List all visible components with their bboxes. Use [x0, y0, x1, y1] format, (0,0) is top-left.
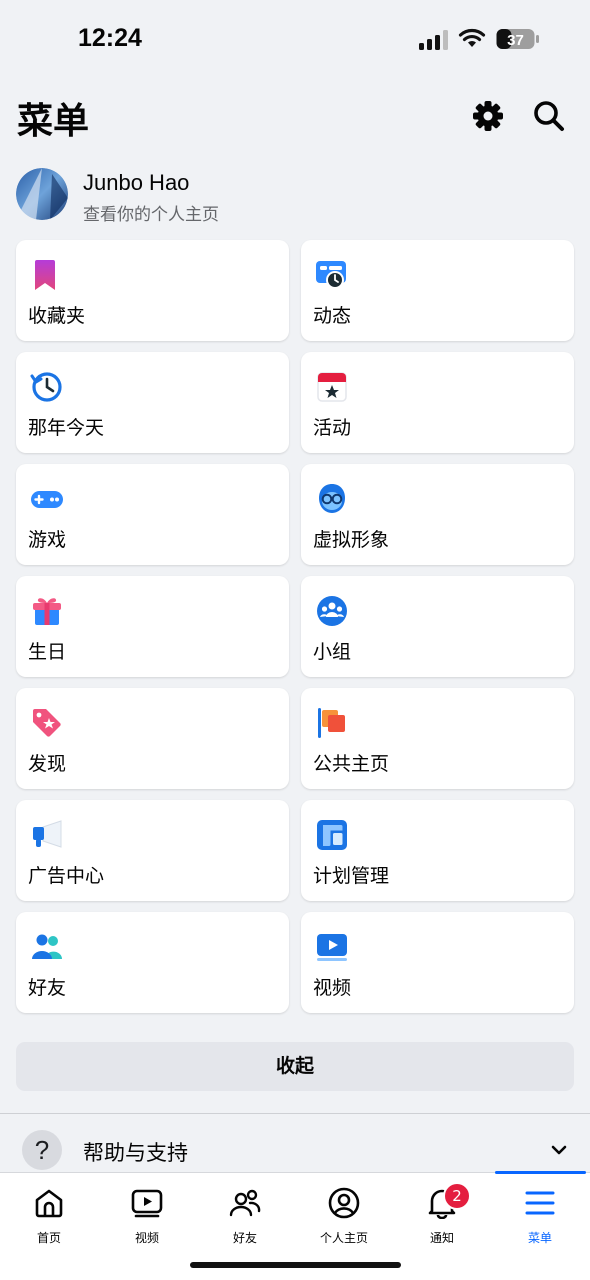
battery-icon: 37: [496, 29, 539, 49]
divider: [0, 1113, 590, 1114]
tab-home[interactable]: 首页: [0, 1173, 98, 1263]
shortcut-events[interactable]: 活动: [301, 352, 574, 453]
tab-label: 首页: [36, 1231, 61, 1245]
megaphone-icon: [33, 820, 62, 848]
planner-icon: [317, 820, 347, 850]
shortcut-ad-center[interactable]: 广告中心: [16, 800, 289, 901]
shortcut-video[interactable]: 视频: [301, 912, 574, 1013]
tab-label: 通知: [429, 1231, 454, 1245]
shortcut-label: 好友: [28, 977, 67, 999]
friends-icon: [32, 934, 62, 959]
profile-subtitle: 查看你的个人主页: [83, 205, 219, 225]
avatar-face-icon: [319, 484, 345, 513]
notification-badge: 2: [443, 1182, 471, 1210]
battery-level: 37: [507, 32, 524, 49]
tag-star-icon: [33, 709, 61, 737]
shortcut-label: 计划管理: [313, 865, 390, 887]
profile-row[interactable]: Junbo Hao 查看你的个人主页: [16, 166, 576, 225]
hamburger-menu-icon: [525, 1191, 555, 1215]
memories-clock-icon: [30, 372, 62, 402]
tab-label: 好友: [232, 1231, 257, 1245]
video-icon: [317, 934, 347, 961]
shortcut-label: 公共主页: [313, 753, 390, 775]
cellular-signal-icon: [419, 30, 448, 50]
tab-notifications[interactable]: 2 通知: [393, 1173, 491, 1263]
tab-video[interactable]: 视频: [98, 1173, 196, 1263]
wifi-icon: [458, 28, 486, 47]
home-icon: [35, 1189, 63, 1218]
question-icon: ?: [22, 1130, 62, 1170]
search-icon[interactable]: [531, 98, 567, 134]
groups-icon: [317, 596, 347, 626]
shortcut-pages[interactable]: 公共主页: [301, 688, 574, 789]
tab-menu[interactable]: 菜单: [491, 1173, 589, 1263]
profile-circle-icon: [328, 1187, 360, 1219]
shortcut-label: 发现: [28, 753, 67, 775]
calendar-star-icon: [317, 372, 347, 402]
shortcut-label: 虚拟形象: [313, 529, 390, 551]
menu-header: 菜单: [0, 92, 590, 144]
shortcut-groups[interactable]: 小组: [301, 576, 574, 677]
help-support-label: 帮助与支持: [83, 1141, 188, 1165]
tab-friends[interactable]: 好友: [196, 1173, 294, 1263]
gift-icon: [33, 598, 61, 625]
bookmark-icon: [35, 260, 55, 290]
tab-label: 视频: [134, 1231, 159, 1245]
shortcut-saved[interactable]: 收藏夹: [16, 240, 289, 341]
flag-icon: [318, 708, 345, 738]
chevron-down-icon: [551, 1145, 567, 1155]
shortcut-feeds[interactable]: 动态: [301, 240, 574, 341]
shortcut-gaming[interactable]: 游戏: [16, 464, 289, 565]
shortcut-label: 生日: [28, 641, 67, 663]
friends-outline-icon: [229, 1189, 261, 1217]
shortcut-label: 动态: [313, 305, 352, 327]
tab-label: 菜单: [527, 1231, 552, 1245]
gear-icon[interactable]: [470, 98, 506, 134]
gamepad-icon: [31, 491, 63, 508]
tab-label: 个人主页: [319, 1231, 368, 1245]
shortcut-label: 视频: [313, 977, 352, 999]
feeds-clock-icon: [316, 261, 346, 289]
shortcut-label: 游戏: [28, 529, 67, 551]
shortcut-birthdays[interactable]: 生日: [16, 576, 289, 677]
shortcut-discover[interactable]: 发现: [16, 688, 289, 789]
status-bar: 12:24 37: [0, 0, 590, 80]
shortcut-label: 小组: [313, 641, 352, 663]
shortcut-memories[interactable]: 那年今天: [16, 352, 289, 453]
shortcut-label: 活动: [313, 417, 352, 439]
collapse-button[interactable]: 收起: [16, 1042, 574, 1091]
video-play-icon: [131, 1189, 163, 1218]
shortcut-avatars[interactable]: 虚拟形象: [301, 464, 574, 565]
help-support-row[interactable]: ? 帮助与支持: [0, 1128, 590, 1174]
page-title: 菜单: [17, 101, 90, 142]
status-time: 12:24: [78, 24, 142, 52]
tab-profile[interactable]: 个人主页: [295, 1173, 393, 1263]
avatar: [16, 168, 68, 220]
shortcut-friends[interactable]: 好友: [16, 912, 289, 1013]
shortcut-label: 那年今天: [28, 417, 105, 439]
home-indicator: [190, 1262, 401, 1268]
shortcut-label: 广告中心: [28, 865, 105, 887]
profile-name: Junbo Hao: [83, 170, 190, 195]
shortcut-label: 收藏夹: [28, 305, 86, 327]
shortcut-planner[interactable]: 计划管理: [301, 800, 574, 901]
